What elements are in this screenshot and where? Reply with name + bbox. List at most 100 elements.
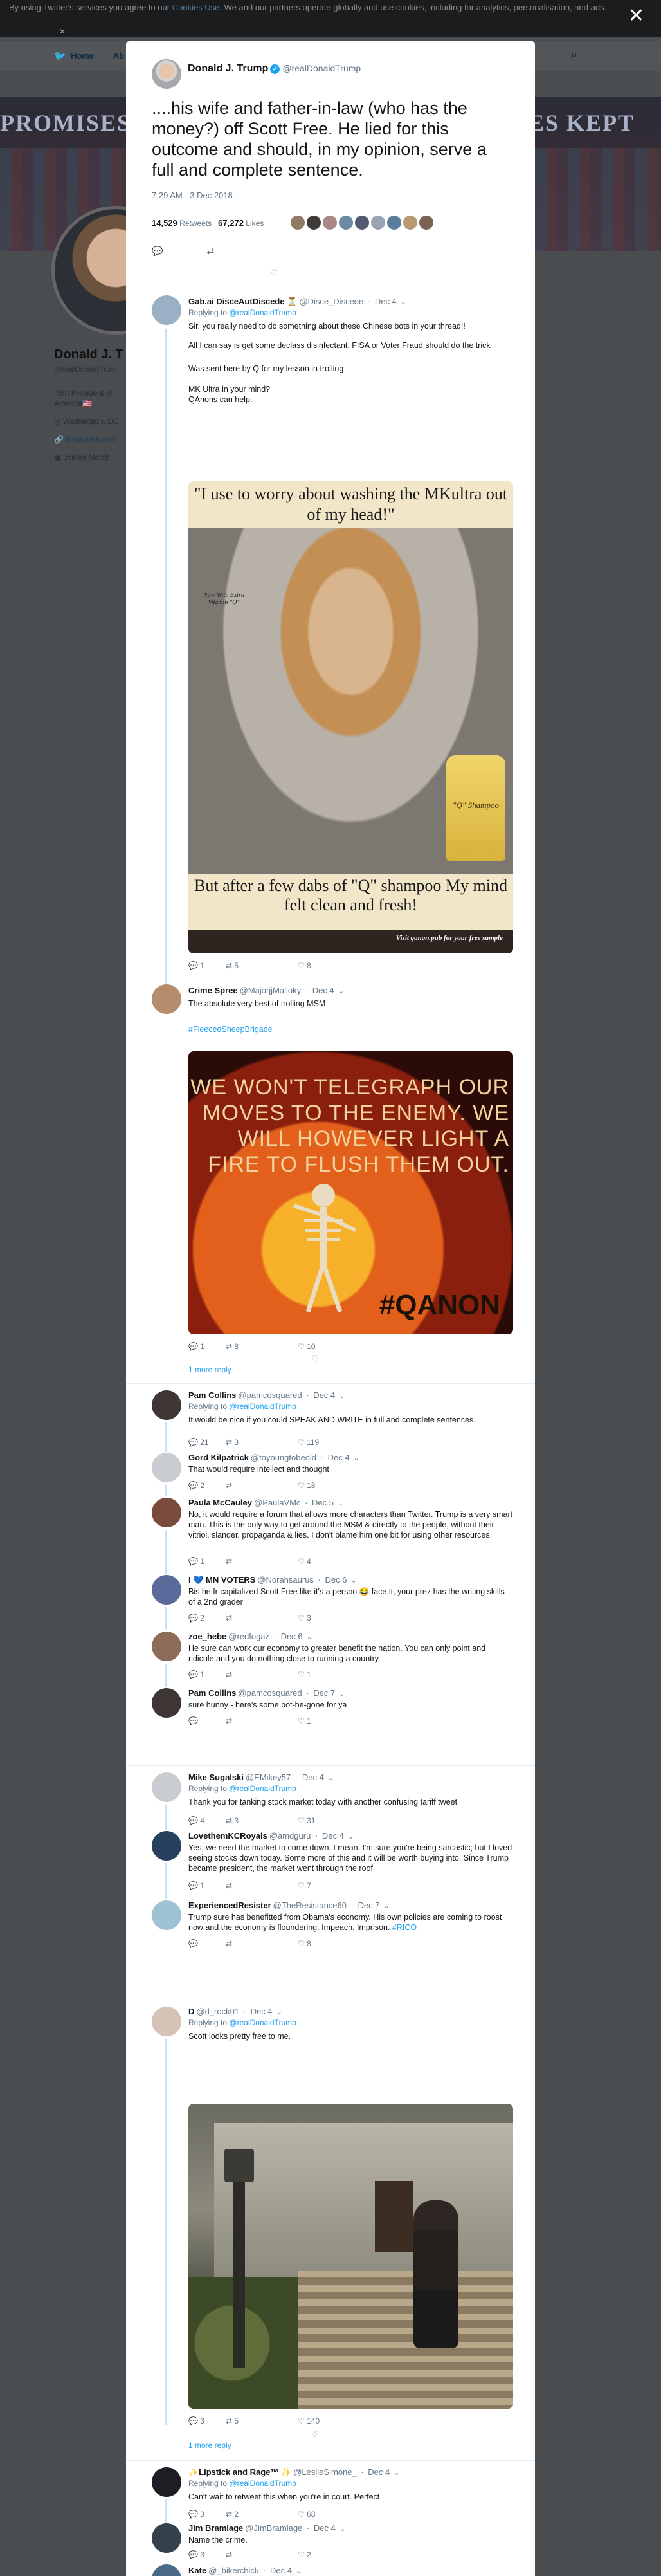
reply-header[interactable]: Kate @_bikerchick · Dec 4 ⌄ (188, 2566, 302, 2575)
avatar[interactable] (152, 2523, 181, 2553)
chevron-down-icon[interactable]: ⌄ (339, 1392, 345, 1400)
like-icon[interactable]: ♡ (270, 268, 278, 278)
reply-image-shampoo[interactable]: "I use to worry about washing the MKultr… (188, 481, 513, 953)
retweet-icon[interactable]: ⇄ (226, 2550, 298, 2559)
reply-icon[interactable]: 💬 3 (188, 2416, 226, 2425)
retweet-icon[interactable]: ⇄ 5 (226, 2416, 298, 2425)
chevron-down-icon[interactable]: ⌄ (328, 1774, 334, 1782)
tweet-timestamp[interactable]: 7:29 AM - 3 Dec 2018 (152, 190, 233, 200)
chevron-down-icon[interactable]: ⌄ (354, 1455, 359, 1462)
reply-header[interactable]: Crime Spree @MajorjjMalloky · Dec 4 ⌄ (188, 986, 344, 995)
avatar[interactable] (152, 1453, 181, 1482)
avatar[interactable] (152, 1390, 181, 1420)
chevron-down-icon[interactable]: ⌄ (350, 1577, 356, 1585)
retweet-icon[interactable]: ⇄ (226, 1716, 298, 1725)
avatar[interactable] (152, 1772, 181, 1802)
likers-avatars[interactable] (291, 216, 435, 232)
reply-header[interactable]: Paula McCauley @PaulaVMc · Dec 5 ⌄ (188, 1498, 343, 1507)
reply-icon[interactable]: 💬 4 (188, 1816, 226, 1825)
close-icon[interactable]: ✕ (628, 6, 644, 26)
reply-header[interactable]: Pam Collins @pamcosquared · Dec 7 ⌄ (188, 1688, 345, 1698)
reply-icon[interactable]: 💬 2 (188, 1481, 226, 1490)
retweet-icon[interactable]: ⇄ (226, 1670, 298, 1679)
like-icon[interactable]: ♡ 2 (298, 2550, 311, 2559)
chevron-down-icon[interactable]: ⌄ (338, 1500, 343, 1507)
retweet-icon[interactable]: ⇄ 8 (226, 1342, 298, 1351)
reply-header[interactable]: Mike Sugalski @EMikey57 · Dec 4 ⌄ (188, 1772, 334, 1782)
chevron-down-icon[interactable]: ⌄ (348, 1833, 354, 1841)
reply-icon[interactable]: 💬 3 (188, 2550, 226, 2559)
like-icon[interactable]: ♡ 119 (298, 1438, 319, 1447)
retweet-icon[interactable]: ⇄ (226, 1614, 298, 1623)
like-icon[interactable]: ♡ 68 (298, 2510, 315, 2519)
retweet-icon[interactable]: ⇄ (226, 1939, 298, 1948)
like-icon[interactable]: ♡ 18 (298, 1481, 315, 1490)
chevron-down-icon[interactable]: ⌄ (340, 2525, 345, 2533)
reply-icon[interactable]: 💬 (188, 1939, 226, 1948)
more-replies-link[interactable]: 1 more reply (188, 1365, 231, 1374)
reply-image-qanon[interactable]: WE WON'T TELEGRAPH OUR MOVES TO THE ENEM… (188, 1051, 513, 1334)
reply-icon[interactable]: 💬 21 (188, 1438, 226, 1447)
chevron-down-icon[interactable]: ⌄ (401, 299, 406, 306)
avatar[interactable] (152, 1498, 181, 1527)
avatar[interactable] (152, 2564, 181, 2576)
home-bird-icon[interactable]: 🐦 (54, 50, 66, 62)
cookie-link[interactable]: Cookies Use (172, 3, 220, 12)
reply-icon[interactable]: 💬 (188, 1716, 226, 1725)
nav-home[interactable]: Home (71, 51, 94, 60)
reply-icon[interactable]: 💬 (152, 246, 163, 257)
reply-header[interactable]: Gord Kilpatrick @toyoungtobeold · Dec 4 ⌄ (188, 1453, 359, 1462)
like-icon[interactable]: ♡ 1 (298, 1670, 311, 1679)
nav-about[interactable]: Ab (113, 51, 124, 60)
retweet-icon[interactable]: ⇄ 2 (226, 2510, 298, 2519)
chevron-down-icon[interactable]: ⌄ (276, 2009, 282, 2016)
reply-icon[interactable]: 💬 3 (188, 2510, 226, 2519)
reply-header[interactable]: ✨Lipstick and Rage™ ✨ @LeslieSimone_ · De… (188, 2467, 399, 2478)
avatar[interactable] (152, 1632, 181, 1661)
reply-header[interactable]: Pam Collins @pamcosquared · Dec 4 ⌄ (188, 1390, 345, 1400)
cookie-close-icon[interactable]: ✕ (59, 27, 66, 37)
like-icon[interactable]: ♡ 7 (298, 1881, 311, 1890)
like-count[interactable]: 67,272 (218, 218, 244, 228)
chevron-down-icon[interactable]: ⌄ (296, 2568, 302, 2575)
like-icon[interactable]: ♡ 140 (298, 2416, 320, 2425)
retweet-icon[interactable]: ⇄ (226, 1557, 298, 1566)
retweet-icon[interactable]: ⇄ 5 (226, 961, 298, 970)
search-icon[interactable]: ⌕ (571, 48, 586, 63)
like-icon[interactable]: ♡ 3 (298, 1614, 311, 1623)
like-icon[interactable]: ♡ 1 (298, 1716, 311, 1725)
avatar[interactable] (152, 2007, 181, 2036)
hashtag-link[interactable]: #FleecedSheepBrigade (188, 1024, 513, 1035)
retweet-icon[interactable]: ⇄ 3 (226, 1438, 298, 1447)
avatar[interactable] (152, 1900, 181, 1930)
like-icon[interactable]: ♡ 31 (298, 1816, 315, 1825)
avatar[interactable] (152, 2467, 181, 2497)
avatar[interactable] (152, 1575, 181, 1605)
chevron-down-icon[interactable]: ⌄ (339, 1690, 345, 1698)
avatar[interactable] (152, 295, 181, 325)
retweet-icon[interactable]: ⇄ (226, 1481, 298, 1490)
reply-icon[interactable]: 💬 1 (188, 1557, 226, 1566)
chevron-down-icon[interactable]: ⌄ (384, 1902, 390, 1910)
reply-header[interactable]: LovethemKCRoyals @amdguru · Dec 4 ⌄ (188, 1831, 354, 1841)
reply-icon[interactable]: 💬 1 (188, 961, 226, 970)
reply-icon[interactable]: 💬 1 (188, 1670, 226, 1679)
reply-header[interactable]: Jim Bramlage @JimBramlage · Dec 4 ⌄ (188, 2523, 345, 2533)
avatar[interactable] (152, 1688, 181, 1718)
reply-header[interactable]: zoe_hebe @redfogaz · Dec 6 ⌄ (188, 1632, 312, 1641)
retweet-icon[interactable]: ⇄ (226, 1881, 298, 1890)
reply-icon[interactable]: 💬 2 (188, 1614, 226, 1623)
like-icon[interactable]: ♡ 4 (298, 1557, 311, 1566)
reply-header[interactable]: Gab.ai DisceAutDiscede ⏳ @Disce_Discede ·… (188, 297, 406, 307)
retweet-count[interactable]: 14,529 (152, 218, 177, 228)
reply-image-photo[interactable] (188, 2104, 513, 2409)
reply-icon[interactable]: 💬 1 (188, 1881, 226, 1890)
chevron-down-icon[interactable]: ⌄ (394, 2469, 399, 2477)
chevron-down-icon[interactable]: ⌄ (338, 988, 344, 995)
retweet-icon[interactable]: ⇄ (206, 246, 214, 257)
like-icon[interactable]: ♡ 10 (298, 1342, 315, 1351)
hashtag-link[interactable]: #RICO (392, 1923, 417, 1932)
retweet-icon[interactable]: ⇄ 3 (226, 1816, 298, 1825)
reply-header[interactable]: ExperiencedResister @TheResistance60 · De… (188, 1900, 390, 1910)
like-icon[interactable]: ♡ 8 (298, 1939, 311, 1948)
